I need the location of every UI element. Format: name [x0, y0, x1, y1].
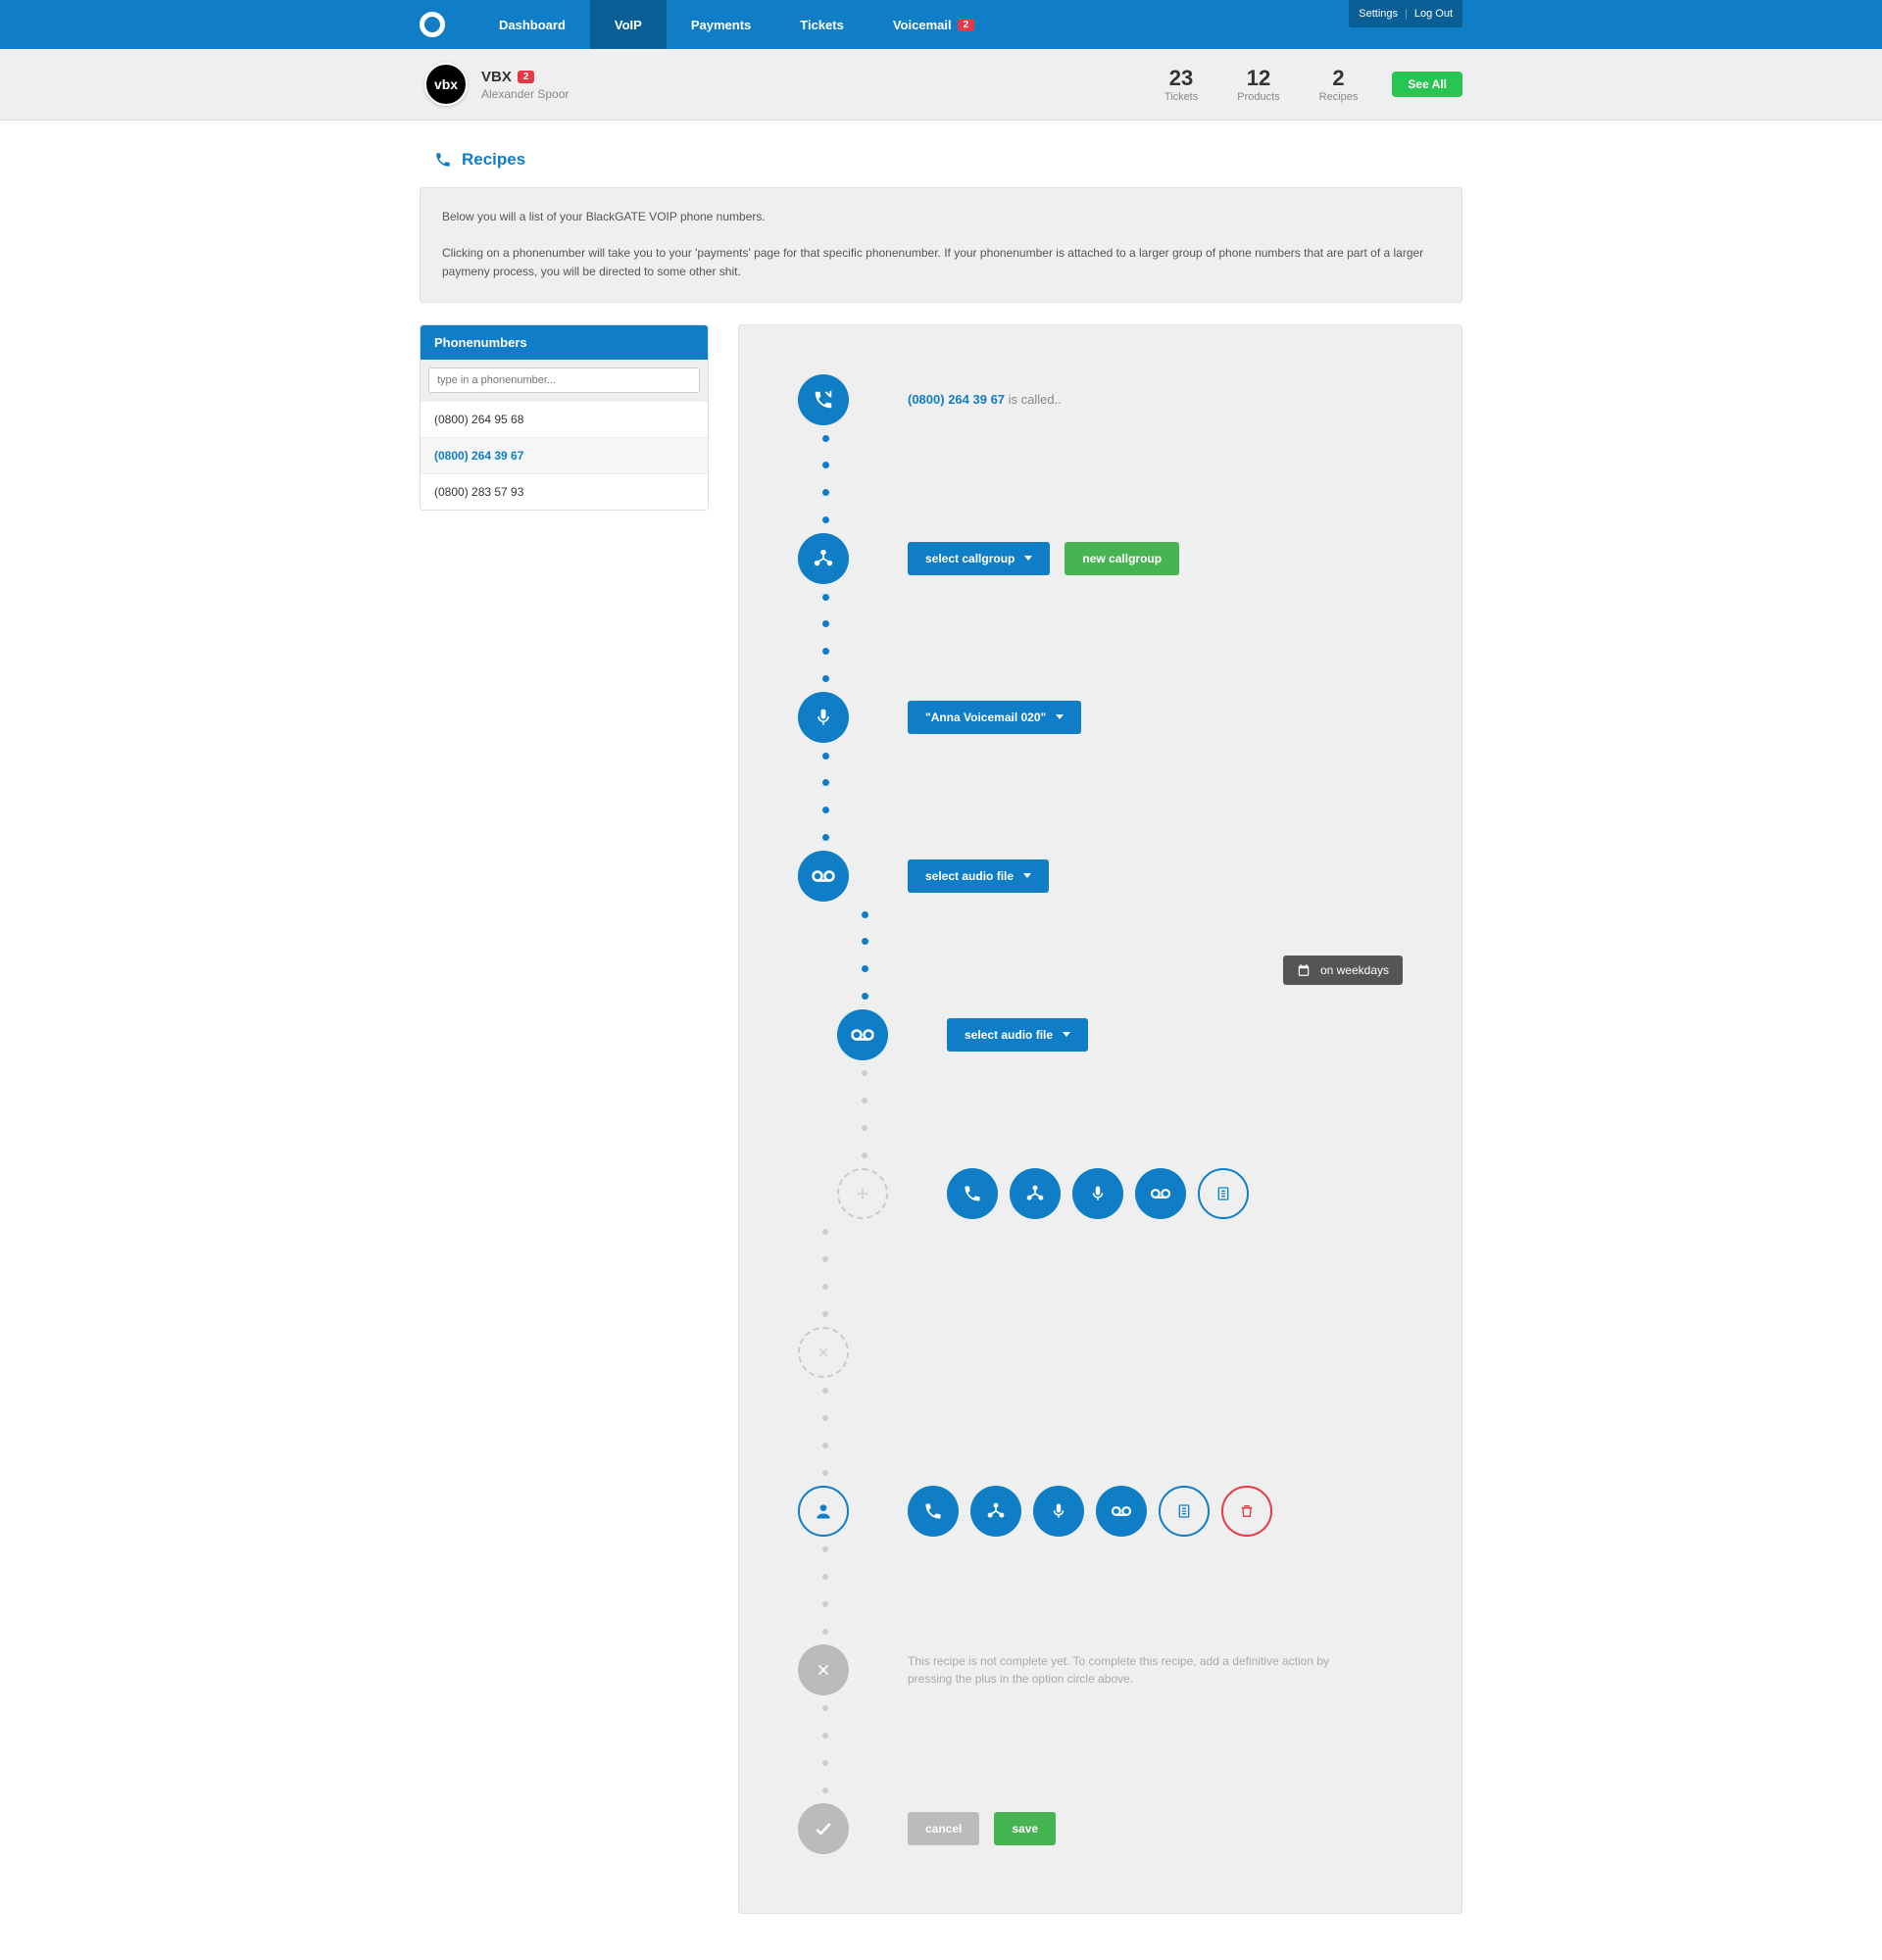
action-list[interactable] [1198, 1168, 1249, 1219]
stat-products: 12 Products [1237, 66, 1279, 103]
settings-link[interactable]: Settings [1359, 8, 1398, 20]
select-callgroup-button[interactable]: select callgroup [908, 542, 1050, 575]
weekdays-chip[interactable]: on weekdays [1283, 956, 1403, 985]
logo-icon[interactable] [420, 12, 445, 37]
action-voicemail-2[interactable] [1096, 1486, 1147, 1537]
phone-in-icon [813, 389, 834, 411]
user-node[interactable] [798, 1486, 849, 1537]
action-list-2[interactable] [1159, 1486, 1210, 1537]
close-icon [816, 1662, 831, 1678]
mic-icon [814, 708, 833, 727]
list-icon [1176, 1502, 1192, 1520]
action-callgroup[interactable] [1010, 1168, 1061, 1219]
see-all-button[interactable]: See All [1392, 72, 1462, 97]
intro-box: Below you will a list of your BlackGATE … [420, 187, 1462, 303]
nav-voip[interactable]: VoIP [590, 0, 667, 49]
action-phone[interactable] [947, 1168, 998, 1219]
action-phone-2[interactable] [908, 1486, 959, 1537]
new-callgroup-button[interactable]: new callgroup [1065, 542, 1179, 575]
incomplete-text: This recipe is not complete yet. To comp… [908, 1652, 1359, 1688]
select-audio-button-2[interactable]: select audio file [947, 1018, 1088, 1052]
org-user: Alexander Spoor [481, 87, 569, 101]
audio-node-2[interactable] [837, 1009, 888, 1060]
phonenumbers-title: Phonenumbers [421, 325, 708, 360]
stat-recipes: 2 Recipes [1319, 66, 1359, 103]
nav-voicemail[interactable]: Voicemail 2 [868, 0, 999, 49]
cancel-button[interactable]: cancel [908, 1812, 979, 1845]
nav-tickets[interactable]: Tickets [775, 0, 868, 49]
phonenumber-item[interactable]: (0800) 264 95 68 [421, 401, 708, 437]
list-icon [1215, 1185, 1231, 1202]
caret-down-icon [1063, 1032, 1070, 1037]
action-callgroup-2[interactable] [970, 1486, 1021, 1537]
plus-icon [855, 1186, 870, 1201]
org-badge: 2 [518, 71, 535, 83]
select-audio-button[interactable]: select audio file [908, 859, 1049, 893]
phonenumber-search-input[interactable] [428, 368, 700, 393]
action-delete[interactable] [1221, 1486, 1272, 1537]
caret-down-icon [1024, 556, 1032, 561]
callgroup-node[interactable] [798, 533, 849, 584]
callgroup-icon [813, 548, 834, 569]
nav-dashboard[interactable]: Dashboard [474, 0, 590, 49]
save-button[interactable]: save [994, 1812, 1056, 1845]
action-mic-2[interactable] [1033, 1486, 1084, 1537]
audio-node[interactable] [798, 851, 849, 902]
voicemail-badge: 2 [958, 19, 975, 31]
page-title: Recipes [420, 150, 1462, 170]
recipe-canvas: (0800) 264 39 67 is called.. select call… [738, 324, 1462, 1914]
phonenumber-item-active[interactable]: (0800) 264 39 67 [421, 437, 708, 473]
calendar-icon [1297, 963, 1311, 977]
call-text: (0800) 264 39 67 is called.. [908, 392, 1062, 407]
stat-tickets: 23 Tickets [1164, 66, 1198, 103]
call-node[interactable] [798, 374, 849, 425]
org-title: VBX 2 [481, 69, 569, 85]
action-voicemail[interactable] [1135, 1168, 1186, 1219]
incomplete-node [798, 1644, 849, 1695]
phone-icon [923, 1501, 943, 1521]
voicemail-icon [851, 1028, 874, 1042]
phone-icon [434, 151, 452, 169]
user-icon [814, 1501, 833, 1521]
nav-voicemail-label: Voicemail [893, 18, 952, 32]
action-mic[interactable] [1072, 1168, 1123, 1219]
close-icon [817, 1346, 830, 1359]
remove-step-node[interactable] [798, 1327, 849, 1378]
nav-payments[interactable]: Payments [667, 0, 775, 49]
phone-icon [963, 1184, 982, 1203]
voicemail-select-button[interactable]: "Anna Voicemail 020" [908, 701, 1081, 734]
add-step-node[interactable] [837, 1168, 888, 1219]
done-node [798, 1803, 849, 1854]
mic-icon [1050, 1502, 1067, 1520]
mic-icon [1089, 1185, 1107, 1202]
trash-icon [1239, 1502, 1255, 1520]
callgroup-icon [1025, 1184, 1045, 1203]
phonenumbers-panel: Phonenumbers (0800) 264 95 68 (0800) 264… [420, 324, 709, 511]
voicemail-icon [1150, 1188, 1171, 1200]
voicemail-icon [1111, 1505, 1132, 1517]
top-right-menu: Settings | Log Out [1349, 0, 1462, 27]
caret-down-icon [1056, 714, 1064, 719]
check-icon [814, 1819, 833, 1838]
voicemail-icon [812, 869, 835, 883]
voicemail-node[interactable] [798, 692, 849, 743]
callgroup-icon [986, 1501, 1006, 1521]
phonenumber-item[interactable]: (0800) 283 57 93 [421, 473, 708, 510]
logout-link[interactable]: Log Out [1414, 8, 1453, 20]
vbx-logo: vbx [424, 63, 468, 106]
caret-down-icon [1023, 873, 1031, 878]
